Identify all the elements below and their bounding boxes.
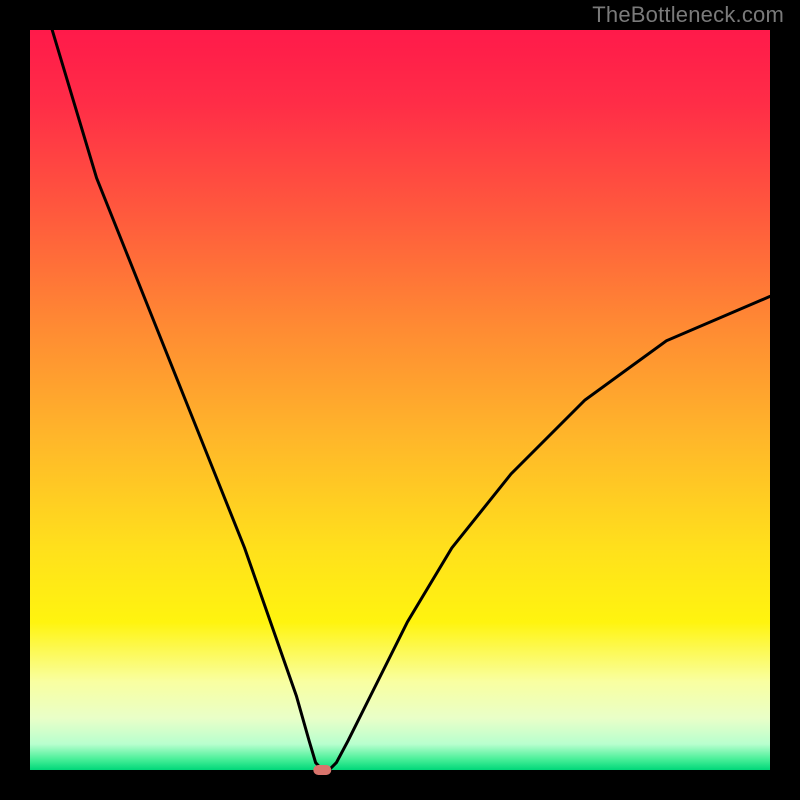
minimum-marker bbox=[313, 765, 331, 775]
watermark-text: TheBottleneck.com bbox=[592, 2, 784, 28]
plot-background bbox=[30, 30, 770, 770]
chart-canvas bbox=[0, 0, 800, 800]
outer-frame: TheBottleneck.com bbox=[0, 0, 800, 800]
